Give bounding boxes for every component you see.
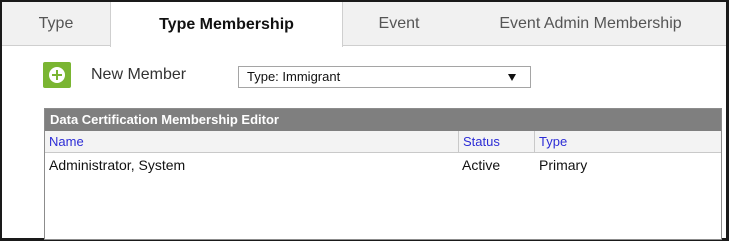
- dropdown-arrow-icon[interactable]: [508, 74, 516, 81]
- new-member-button[interactable]: New Member: [91, 63, 186, 87]
- membership-editor-panel: Data Certification Membership Editor Nam…: [44, 108, 722, 240]
- tab-bar: Type Type Membership Event Event Admin M…: [2, 2, 726, 47]
- plus-circle-icon[interactable]: [43, 62, 71, 88]
- column-header-type[interactable]: Type: [534, 131, 721, 152]
- table-row[interactable]: Administrator, System Active Primary: [45, 153, 721, 177]
- cell-status: Active: [462, 157, 501, 173]
- plus-circle-glyph: [49, 67, 65, 83]
- window-frame: Type Type Membership Event Event Admin M…: [0, 0, 729, 241]
- tab-event-admin-membership[interactable]: Event Admin Membership: [455, 2, 726, 46]
- panel-title: Data Certification Membership Editor: [45, 109, 721, 131]
- type-select[interactable]: Type: Immigrant: [238, 66, 531, 88]
- type-select-value: Type: Immigrant: [247, 69, 341, 84]
- cell-name: Administrator, System: [49, 157, 186, 173]
- tab-event[interactable]: Event: [343, 2, 455, 46]
- tab-type-membership[interactable]: Type Membership: [110, 2, 343, 47]
- tab-type[interactable]: Type: [2, 2, 110, 46]
- cell-type: Primary: [539, 157, 588, 173]
- table-header: Name Status Type: [45, 131, 721, 153]
- column-header-status[interactable]: Status: [458, 131, 534, 152]
- toolbar: New Member Type: Immigrant: [2, 46, 726, 92]
- column-header-name[interactable]: Name: [45, 131, 458, 152]
